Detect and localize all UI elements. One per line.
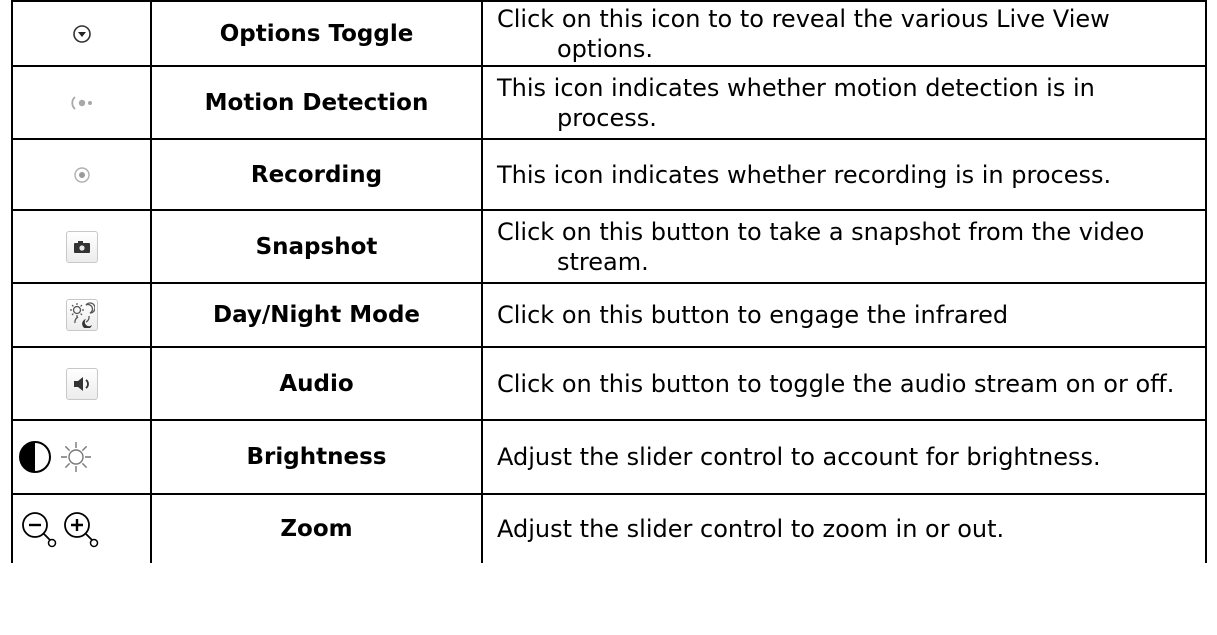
motion-waves-icon [69,95,95,111]
zoom-out-icon[interactable] [19,509,57,549]
chevron-down-circle-icon[interactable] [72,24,92,44]
icon-cell [13,140,152,209]
control-description: Adjust the slider control to account for… [497,443,1101,471]
camera-icon[interactable] [65,230,98,263]
icon-cell [13,495,152,563]
table-row: Recording This icon indicates whether re… [13,140,1205,211]
control-name: Motion Detection [152,67,483,138]
control-description: This icon indicates whether motion detec… [497,73,1095,132]
icon-cell [13,421,152,493]
control-description: This icon indicates whether recording is… [497,160,1112,189]
control-name: Snapshot [152,211,483,282]
control-name: Day/Night Mode [152,284,483,346]
control-name: Options Toggle [152,2,483,65]
speaker-icon[interactable] [65,367,98,400]
icon-cell [13,284,152,346]
control-description: Click on this icon to to reveal the vari… [497,4,1110,63]
table-row: Options Toggle Click on this icon to to … [13,2,1205,67]
control-description: Adjust the slider control to zoom in or … [497,515,1005,543]
zoom-in-icon[interactable] [61,509,99,549]
control-description: Click on this button to engage the infra… [497,301,1009,329]
table-row: Audio Click on this button to toggle the… [13,348,1205,421]
control-name: Audio [152,348,483,419]
sun-icon[interactable] [59,440,93,474]
table-row: Motion Detection This icon indicates whe… [13,67,1205,140]
control-description: Click on this button to take a snapshot … [497,217,1145,276]
control-name: Zoom [152,495,483,563]
icon-cell [13,67,152,138]
control-name: Brightness [152,421,483,493]
record-dot-icon [73,166,91,184]
icon-cell [13,348,152,419]
control-description: Click on this button to toggle the audio… [497,369,1175,398]
table-row: Zoom Adjust the slider control to zoom i… [13,495,1205,563]
contrast-icon[interactable] [17,439,53,475]
icon-cell [13,211,152,282]
table-row: Snapshot Click on this button to take a … [13,211,1205,284]
icon-cell [13,2,152,65]
live-view-controls-table: Options Toggle Click on this icon to to … [11,0,1207,563]
table-row: Day/Night Mode Click on this button to e… [13,284,1205,348]
table-row: Brightness Adjust the slider control to … [13,421,1205,495]
control-name: Recording [152,140,483,209]
day-night-icon[interactable] [65,299,98,331]
